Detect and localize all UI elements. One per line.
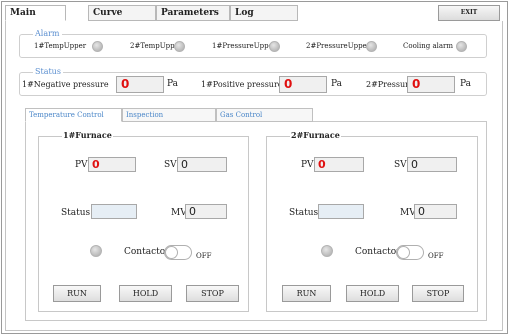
exit-button[interactable]: EXIT: [438, 5, 500, 21]
subtab-temperature-control-label: Temperature Control: [29, 111, 104, 119]
alarm-legend: Alarm: [33, 29, 62, 38]
furnace-2-stop-button[interactable]: STOP: [412, 285, 464, 302]
subtab-inspection[interactable]: Inspection: [122, 108, 216, 122]
tab-main-label: Main: [10, 8, 36, 18]
furnace-1-sv-label: SV: [164, 160, 177, 170]
furnace-2-status-label: Status: [289, 208, 319, 218]
status-value-neg-pressure-1: 0: [116, 76, 164, 93]
subtab-gas-control-label: Gas Control: [220, 111, 263, 119]
alarm-lamp-icon: [92, 41, 103, 52]
furnace-2-mv-input[interactable]: 0: [414, 204, 457, 219]
subtab-gas-control[interactable]: Gas Control: [216, 108, 313, 122]
furnace-1-sv-input[interactable]: 0: [177, 157, 227, 172]
toggle-knob: [165, 246, 178, 259]
furnace-2-hold-button[interactable]: HOLD: [346, 285, 399, 302]
furnace-2-pv-label: PV: [301, 160, 314, 170]
furnace-2-contactor-state: OFF: [428, 252, 444, 260]
furnace-2-status-value: [318, 204, 364, 219]
furnace-2-contactor-label: Contactor: [355, 247, 401, 257]
alarm-lamp-icon: [456, 41, 467, 52]
furnace-2-sv-input[interactable]: 0: [407, 157, 457, 172]
toggle-knob: [397, 246, 410, 259]
tab-parameters-label: Parameters: [161, 8, 219, 18]
furnace-1-mv-input[interactable]: 0: [185, 204, 227, 219]
furnace-1-hold-button[interactable]: HOLD: [119, 285, 172, 302]
status-legend: Status: [33, 67, 63, 76]
furnace-1-contactor-state: OFF: [196, 252, 212, 260]
tab-main[interactable]: Main: [5, 5, 66, 21]
furnace-1-pv-label: PV: [75, 160, 88, 170]
furnace-1-pv-value: 0: [88, 157, 136, 172]
tab-curve-label: Curve: [93, 8, 123, 18]
tab-parameters[interactable]: Parameters: [156, 5, 230, 21]
tab-log-label: Log: [235, 8, 254, 18]
furnace-1-title: 1#Furnace: [62, 130, 113, 140]
furnace-1-stop-button[interactable]: STOP: [186, 285, 239, 302]
subtab-inspection-label: Inspection: [126, 111, 164, 119]
furnace-1-contactor-toggle[interactable]: [164, 245, 192, 260]
status-label-pos-pressure-1: 1#Positive pressure: [201, 80, 283, 89]
status-unit: Pa: [460, 79, 472, 89]
contactor-lamp-icon: [321, 245, 333, 257]
furnace-2-contactor-toggle[interactable]: [396, 245, 424, 260]
alarm-label-pressure-upper-1: 1#PressureUpper: [212, 42, 277, 50]
furnace-2-sv-label: SV: [394, 160, 407, 170]
furnace-2-pv-value: 0: [314, 157, 364, 172]
status-label-neg-pressure-1: 1#Negative pressure: [22, 80, 109, 89]
status-unit: Pa: [331, 79, 343, 89]
furnace-2-run-button[interactable]: RUN: [282, 285, 331, 302]
furnace-1-status-label: Status: [61, 208, 91, 218]
status-value-pressure-2: 0: [407, 76, 455, 93]
furnace-2-title: 2#Furnace: [290, 130, 341, 140]
tab-log[interactable]: Log: [230, 5, 298, 21]
tab-curve[interactable]: Curve: [88, 5, 156, 21]
furnace-1-status-value: [91, 204, 137, 219]
subtab-temperature-control[interactable]: Temperature Control: [25, 108, 122, 122]
alarm-lamp-icon: [366, 41, 377, 52]
contactor-lamp-icon: [90, 245, 102, 257]
status-value-pos-pressure-1: 0: [279, 76, 327, 93]
alarm-label-temp-upper-1: 1#TempUpper: [34, 42, 87, 50]
furnace-1-run-button[interactable]: RUN: [53, 285, 101, 302]
status-unit: Pa: [167, 79, 179, 89]
furnace-1-contactor-label: Contactor: [124, 247, 170, 257]
alarm-label-pressure-upper-2: 2#PressureUpper: [306, 42, 371, 50]
alarm-lamp-icon: [174, 41, 185, 52]
alarm-label-cooling: Cooling alarm: [403, 42, 454, 50]
alarm-lamp-icon: [269, 41, 280, 52]
